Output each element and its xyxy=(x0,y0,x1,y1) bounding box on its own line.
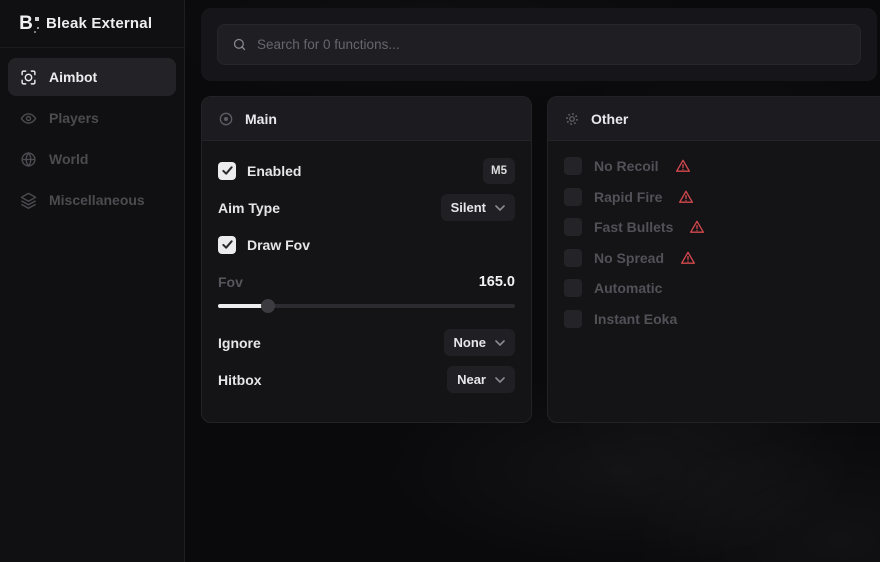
panel-title: Other xyxy=(591,111,628,127)
fov-slider[interactable] xyxy=(218,299,515,313)
panel-other-header: Other xyxy=(548,97,880,141)
no-recoil-checkbox[interactable] xyxy=(564,157,582,175)
globe-icon xyxy=(20,151,37,168)
warning-icon xyxy=(680,250,696,266)
aim-type-value: Silent xyxy=(451,200,486,215)
instant-eoka-checkbox[interactable] xyxy=(564,310,582,328)
sidebar-item-aimbot[interactable]: Aimbot xyxy=(8,58,176,96)
chevron-down-icon xyxy=(495,377,505,383)
instant-eoka-row: Instant Eoka xyxy=(564,310,876,328)
target-icon xyxy=(218,111,234,127)
aim-type-label: Aim Type xyxy=(218,200,280,216)
ignore-label: Ignore xyxy=(218,335,261,351)
rapid-fire-row: Rapid Fire xyxy=(564,188,876,206)
rapid-fire-checkbox[interactable] xyxy=(564,188,582,206)
aim-type-dropdown[interactable]: Silent xyxy=(441,194,515,221)
app-title: Bleak External xyxy=(46,15,152,32)
hitbox-label: Hitbox xyxy=(218,372,262,388)
hitbox-row: Hitbox Near xyxy=(218,366,515,393)
app-logo-icon: B xyxy=(16,14,36,34)
fov-label: Fov xyxy=(218,274,243,290)
draw-fov-row: Draw Fov xyxy=(218,231,515,258)
keybind-button[interactable]: M5 xyxy=(483,158,515,184)
hitbox-dropdown[interactable]: Near xyxy=(447,366,515,393)
aim-type-row: Aim Type Silent xyxy=(218,194,515,221)
sidebar-nav: Aimbot Players World xyxy=(0,48,184,229)
automatic-checkbox[interactable] xyxy=(564,279,582,297)
sidebar-item-world[interactable]: World xyxy=(8,140,176,178)
sidebar: B Bleak External Aimbot Players xyxy=(0,0,185,562)
no-recoil-row: No Recoil xyxy=(564,157,876,175)
sidebar-item-label: Miscellaneous xyxy=(49,192,145,208)
layers-icon xyxy=(20,192,37,209)
no-spread-checkbox[interactable] xyxy=(564,249,582,267)
panel-other-body: No Recoil Rapid Fire Fast Bullets xyxy=(548,141,880,356)
panel-title: Main xyxy=(245,111,277,127)
panel-main-header: Main xyxy=(202,97,531,141)
sidebar-item-miscellaneous[interactable]: Miscellaneous xyxy=(8,181,176,219)
crosshair-icon xyxy=(20,69,37,86)
warning-icon xyxy=(689,219,705,235)
check-icon xyxy=(222,165,233,176)
search-input[interactable] xyxy=(257,37,846,52)
app-window: { "app": { "title": "Bleak External", "l… xyxy=(0,0,880,562)
draw-fov-checkbox[interactable] xyxy=(218,236,236,254)
fast-bullets-label: Fast Bullets xyxy=(594,219,673,235)
gear-icon xyxy=(564,111,580,127)
no-recoil-label: No Recoil xyxy=(594,158,659,174)
fast-bullets-row: Fast Bullets xyxy=(564,218,876,236)
main-area: Main Enabled M5 Aim Type Silent xyxy=(185,0,880,562)
enabled-label: Enabled xyxy=(247,163,301,179)
sidebar-item-label: Aimbot xyxy=(49,69,97,85)
warning-icon xyxy=(675,158,691,174)
search-panel xyxy=(201,8,877,81)
search-box[interactable] xyxy=(217,24,861,65)
panel-main: Main Enabled M5 Aim Type Silent xyxy=(201,96,532,423)
draw-fov-label: Draw Fov xyxy=(247,237,310,253)
panel-main-body: Enabled M5 Aim Type Silent Draw Fov xyxy=(202,141,531,419)
enabled-checkbox[interactable] xyxy=(218,162,236,180)
fov-slider-thumb[interactable] xyxy=(261,299,275,313)
no-spread-label: No Spread xyxy=(594,250,664,266)
instant-eoka-label: Instant Eoka xyxy=(594,311,677,327)
fov-value: 165.0 xyxy=(479,274,515,290)
chevron-down-icon xyxy=(495,205,505,211)
sidebar-item-label: World xyxy=(49,151,88,167)
panel-other: Other No Recoil Rapid Fire Fast Bullets xyxy=(547,96,880,423)
ignore-row: Ignore None xyxy=(218,329,515,356)
search-icon xyxy=(232,37,247,52)
automatic-row: Automatic xyxy=(564,279,876,297)
automatic-label: Automatic xyxy=(594,280,662,296)
eye-icon xyxy=(20,110,37,127)
fast-bullets-checkbox[interactable] xyxy=(564,218,582,236)
fov-row: Fov 165.0 xyxy=(218,268,515,295)
enabled-row: Enabled M5 xyxy=(218,157,515,184)
hitbox-value: Near xyxy=(457,372,486,387)
sidebar-header: B Bleak External xyxy=(0,0,184,48)
warning-icon xyxy=(678,189,694,205)
check-icon xyxy=(222,239,233,250)
ignore-value: None xyxy=(454,335,487,350)
rapid-fire-label: Rapid Fire xyxy=(594,189,662,205)
sidebar-item-label: Players xyxy=(49,110,99,126)
sidebar-item-players[interactable]: Players xyxy=(8,99,176,137)
ignore-dropdown[interactable]: None xyxy=(444,329,516,356)
chevron-down-icon xyxy=(495,340,505,346)
no-spread-row: No Spread xyxy=(564,249,876,267)
